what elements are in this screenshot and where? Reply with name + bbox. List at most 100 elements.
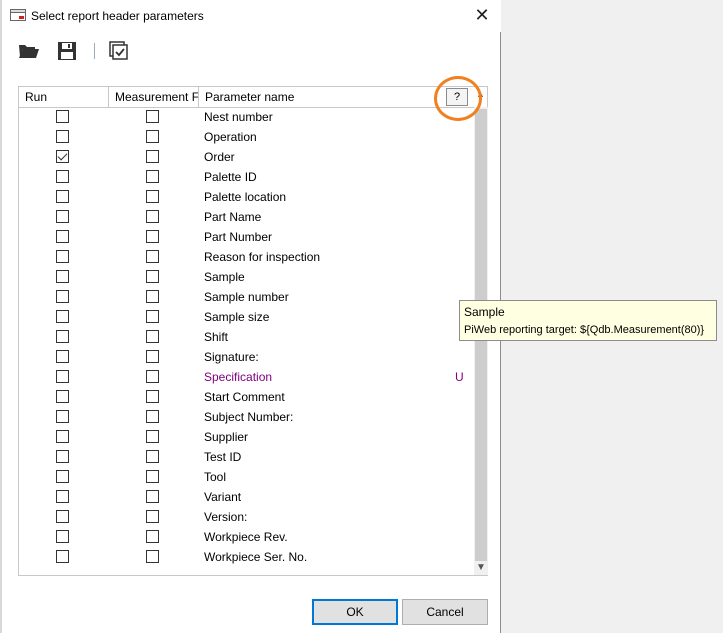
vertical-scrollbar[interactable]: ▼: [474, 107, 488, 575]
column-header-run[interactable]: Run: [19, 87, 109, 107]
measurement-checkbox[interactable]: [146, 450, 159, 463]
measurement-checkbox[interactable]: [146, 130, 159, 143]
ok-button[interactable]: OK: [312, 599, 398, 625]
measurement-checkbox[interactable]: [146, 190, 159, 203]
run-checkbox[interactable]: [56, 130, 69, 143]
table-row[interactable]: Part Name: [19, 207, 473, 227]
run-checkbox[interactable]: [56, 530, 69, 543]
measurement-checkbox[interactable]: [146, 490, 159, 503]
table-row[interactable]: Operation: [19, 127, 473, 147]
run-checkbox[interactable]: [56, 150, 69, 163]
run-checkbox[interactable]: [56, 450, 69, 463]
parameter-name: Subject Number:: [204, 410, 294, 424]
run-checkbox[interactable]: [56, 270, 69, 283]
scroll-down-icon[interactable]: ▼: [476, 561, 486, 575]
measurement-checkbox[interactable]: [146, 470, 159, 483]
measurement-checkbox[interactable]: [146, 530, 159, 543]
table-row[interactable]: Subject Number:: [19, 407, 473, 427]
run-checkbox[interactable]: [56, 490, 69, 503]
table-row[interactable]: Sample number: [19, 287, 473, 307]
table-row[interactable]: Palette location: [19, 187, 473, 207]
measurement-checkbox[interactable]: [146, 210, 159, 223]
grid-header: Run Measurement F Parameter name ? ▲: [19, 87, 487, 108]
run-checkbox[interactable]: [56, 410, 69, 423]
measurement-checkbox[interactable]: [146, 230, 159, 243]
table-row[interactable]: Reason for inspection: [19, 247, 473, 267]
table-row[interactable]: Nest number: [19, 107, 473, 127]
toolbar: [12, 38, 492, 66]
save-icon: [57, 41, 77, 64]
run-checkbox[interactable]: [56, 230, 69, 243]
table-row[interactable]: Signature:: [19, 347, 473, 367]
measurement-checkbox[interactable]: [146, 430, 159, 443]
measurement-checkbox[interactable]: [146, 150, 159, 163]
run-checkbox[interactable]: [56, 110, 69, 123]
run-checkbox[interactable]: [56, 470, 69, 483]
table-row[interactable]: Supplier: [19, 427, 473, 447]
column-header-parameter-name[interactable]: Parameter name: [199, 87, 444, 107]
table-row[interactable]: Version:: [19, 507, 473, 527]
measurement-checkbox[interactable]: [146, 290, 159, 303]
parameter-flag: U: [455, 370, 464, 384]
parameter-name: Reason for inspection: [204, 250, 321, 264]
table-row[interactable]: Variant: [19, 487, 473, 507]
measurement-checkbox[interactable]: [146, 390, 159, 403]
table-row[interactable]: Workpiece Rev.: [19, 527, 473, 547]
measurement-checkbox[interactable]: [146, 350, 159, 363]
measurement-checkbox[interactable]: [146, 330, 159, 343]
table-row[interactable]: Part Number: [19, 227, 473, 247]
run-checkbox[interactable]: [56, 330, 69, 343]
measurement-checkbox[interactable]: [146, 370, 159, 383]
run-checkbox[interactable]: [56, 190, 69, 203]
parameter-name: Palette location: [204, 190, 287, 204]
parameter-name: Order: [204, 150, 235, 164]
run-checkbox[interactable]: [56, 510, 69, 523]
table-row[interactable]: Palette ID: [19, 167, 473, 187]
run-checkbox[interactable]: [56, 210, 69, 223]
run-checkbox[interactable]: [56, 430, 69, 443]
measurement-checkbox[interactable]: [146, 510, 159, 523]
table-row[interactable]: Order: [19, 147, 473, 167]
run-checkbox[interactable]: [56, 350, 69, 363]
select-items-button[interactable]: [105, 38, 133, 66]
open-button[interactable]: [15, 38, 43, 66]
parameter-name: Operation: [204, 130, 257, 144]
table-row[interactable]: Specification U: [19, 367, 473, 387]
select-report-header-dialog: Select report header parameters ✕ Run Me…: [2, 0, 501, 633]
run-checkbox[interactable]: [56, 170, 69, 183]
measurement-checkbox[interactable]: [146, 110, 159, 123]
close-icon: ✕: [474, 4, 490, 25]
run-checkbox[interactable]: [56, 290, 69, 303]
measurement-checkbox[interactable]: [146, 170, 159, 183]
parameter-name: Variant: [204, 490, 242, 504]
parameter-name: Version:: [204, 510, 248, 524]
run-checkbox[interactable]: [56, 550, 69, 563]
close-button[interactable]: ✕: [465, 0, 499, 30]
cancel-button[interactable]: Cancel: [402, 599, 488, 625]
parameter-name: Part Number: [204, 230, 273, 244]
parameter-name: Workpiece Rev.: [204, 530, 288, 544]
table-row[interactable]: Tool: [19, 467, 473, 487]
measurement-checkbox[interactable]: [146, 270, 159, 283]
measurement-checkbox[interactable]: [146, 310, 159, 323]
table-row[interactable]: Workpiece Ser. No.: [19, 547, 473, 567]
table-row[interactable]: Shift: [19, 327, 473, 347]
measurement-checkbox[interactable]: [146, 410, 159, 423]
parameter-name: Nest number: [204, 110, 273, 124]
run-checkbox[interactable]: [56, 370, 69, 383]
table-row[interactable]: Start Comment: [19, 387, 473, 407]
run-checkbox[interactable]: [56, 310, 69, 323]
column-header-measurement[interactable]: Measurement F: [109, 87, 199, 107]
run-checkbox[interactable]: [56, 390, 69, 403]
save-button[interactable]: [53, 38, 81, 66]
parameter-name: Specification: [204, 370, 273, 384]
table-row[interactable]: Test ID: [19, 447, 473, 467]
toolbar-separator: [94, 43, 95, 59]
measurement-checkbox[interactable]: [146, 550, 159, 563]
measurement-checkbox[interactable]: [146, 250, 159, 263]
parameter-name: Signature:: [204, 350, 259, 364]
table-row[interactable]: Sample: [19, 267, 473, 287]
run-checkbox[interactable]: [56, 250, 69, 263]
table-row[interactable]: Sample size: [19, 307, 473, 327]
tooltip-title: Sample: [464, 305, 505, 319]
